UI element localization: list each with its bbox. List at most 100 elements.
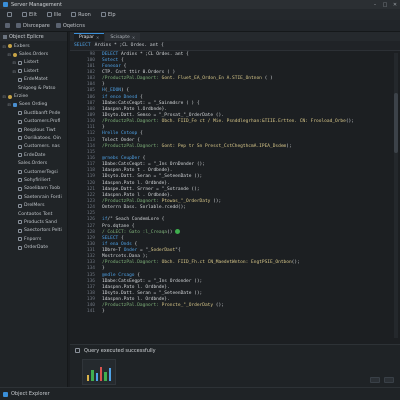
editor-tab[interactable]: Scisapte ✕ xyxy=(105,33,141,41)
line-number: 124 xyxy=(86,205,95,211)
tree-item[interactable]: Products Sand xyxy=(0,218,67,226)
tree-item[interactable]: Customers. nas xyxy=(0,143,67,151)
editor-tab[interactable]: Prapar ✕ xyxy=(74,33,105,41)
result-chart-thumbnail[interactable] xyxy=(82,359,116,385)
result-action-button[interactable] xyxy=(370,377,380,383)
title-bar: Server Management – □ ✕ xyxy=(0,0,400,9)
tree-item[interactable]: ErdeMatet xyxy=(0,76,67,84)
editor-scrollbar[interactable] xyxy=(394,53,398,338)
tree-item[interactable]: ⊟ Erziee xyxy=(0,92,67,100)
thumbnail-bar xyxy=(87,374,90,381)
menu-icon[interactable] xyxy=(4,11,15,18)
tree-item[interactable]: ⊟ Listert xyxy=(0,59,67,67)
tree-item-label: Sales.Orders xyxy=(19,52,49,58)
tree-item[interactable]: DrelMers xyxy=(0,201,67,209)
back-icon xyxy=(5,23,10,28)
table-icon xyxy=(18,69,22,74)
tree-item[interactable]: Bustlbanft Pnde xyxy=(0,109,67,117)
tree-item-label: Fnporrs xyxy=(24,236,42,242)
query-editor[interactable]: SELECT Ardins * ;CL Ordes. ant { 98 DELEC… xyxy=(70,41,400,344)
code-token: 1daspnn.Pato l. Ordbnde}. xyxy=(102,180,170,186)
minimize-icon[interactable]: – xyxy=(370,2,380,8)
line-text: /ProductzPal.Dagnort: Ptowas_"_OrderDaty… xyxy=(98,199,221,204)
tree-item[interactable]: ⊟ Exbers xyxy=(0,42,67,50)
expand-toggle-icon[interactable]: ⊟ xyxy=(12,69,16,74)
line-number: 115 xyxy=(86,149,95,155)
line-text: 1daspnn.Pato l. Ordbnde}. xyxy=(98,297,170,302)
toolbar-options-button[interactable]: Oqeticns xyxy=(55,23,85,29)
menu-item-help[interactable]: Elp xyxy=(98,11,119,19)
line-text: 1daspnn.Pato l. Ordbnde}. xyxy=(98,181,170,186)
tree-item[interactable]: Resplous Tiwt xyxy=(0,126,67,134)
expand-toggle-icon[interactable]: ⊟ xyxy=(2,44,6,49)
status-bar-label[interactable]: Object Explorer xyxy=(11,391,50,397)
tree-item[interactable]: OrderDate xyxy=(0,243,67,251)
code-area[interactable]: 98 DELECT Ardins * ;CL Ordes. ant {100 Sot… xyxy=(70,51,400,315)
expand-toggle-icon[interactable]: ⊟ xyxy=(7,102,11,107)
tree-item-label: Bustlbanft Pnde xyxy=(24,110,61,116)
thumbnail-bar xyxy=(95,372,98,381)
tree-item[interactable]: Saectortors Pelti xyxy=(0,227,67,235)
line-text: } xyxy=(98,82,105,87)
table-icon xyxy=(18,220,22,225)
code-line[interactable]: 110 /ProductzPal.Dagnort: Obch. FIID_Fe … xyxy=(70,119,400,125)
expand-toggle-icon[interactable]: ⊟ xyxy=(7,52,11,57)
maximize-icon[interactable]: □ xyxy=(380,2,390,8)
line-text: / CoLECT: Gato :l_Creaqa() xyxy=(98,229,181,235)
line-text: if ena Onds { xyxy=(98,242,137,247)
close-icon[interactable]: ✕ xyxy=(390,2,400,8)
menu-item-edit[interactable]: llle xyxy=(44,11,64,19)
code-line[interactable]: 141} xyxy=(70,309,400,315)
expand-toggle-icon[interactable]: ⊟ xyxy=(2,94,6,99)
scrollbar-thumb[interactable] xyxy=(394,93,398,153)
tree-item[interactable]: Sohyfiriliert xyxy=(0,176,67,184)
expand-toggle-icon[interactable]: ⊟ xyxy=(12,60,16,65)
code-token: (); xyxy=(188,186,200,192)
result-action-button[interactable] xyxy=(384,377,394,383)
help-icon xyxy=(100,12,106,17)
line-number: 108 xyxy=(86,106,95,112)
editor-header-keyword: SELECT xyxy=(74,43,91,48)
close-tab-icon[interactable]: ✕ xyxy=(96,35,99,40)
menu-bar: Ellt llle Ruon Elp xyxy=(0,9,400,20)
line-number: 134 xyxy=(86,266,95,272)
code-token: /ProductzPal.Dagnort: xyxy=(102,198,159,204)
tree-item[interactable]: Ooriikatoes. Oin xyxy=(0,134,67,142)
table-icon xyxy=(18,153,22,158)
tree-item[interactable]: ErdeDate xyxy=(0,151,67,159)
code-token: { xyxy=(118,57,124,63)
tree-item[interactable]: Customers.Profl xyxy=(0,118,67,126)
back-button[interactable] xyxy=(5,23,10,28)
code-token: { xyxy=(131,241,138,247)
result-actions xyxy=(370,377,394,383)
tree-item[interactable]: Saetenrain Fordi xyxy=(0,193,67,201)
tree-item[interactable]: Szoelibarn Toob xyxy=(0,185,67,193)
line-text: 1daspnn.Pato l . Ordbnde}. xyxy=(98,193,172,198)
results-panel: Query executed successfully xyxy=(70,344,400,387)
code-token: } xyxy=(102,266,105,272)
tree-item[interactable]: Snigoeg & Patso xyxy=(0,84,67,92)
thumbnail-bar xyxy=(104,372,107,381)
tree-item[interactable]: Fnporrs xyxy=(0,235,67,243)
tab-label: Scisapte xyxy=(110,34,130,40)
tree-item[interactable]: Sales.Orders xyxy=(0,159,67,167)
tree-item[interactable]: ⊟ Sales.Orders xyxy=(0,50,67,58)
tree-item[interactable]: ⊟ Listert xyxy=(0,67,67,75)
code-token: (); xyxy=(191,278,203,284)
line-text: DELECT Ardins * ;CL Ordes. ant { xyxy=(98,52,189,57)
tree-item[interactable]: ⊟ Soen Ordieg xyxy=(0,101,67,109)
line-text: Tolect Onder { xyxy=(98,138,140,143)
menu-item-file[interactable]: Ellt xyxy=(19,11,40,19)
menu-item-run[interactable]: Ruon xyxy=(68,11,94,19)
line-text: 1daspnn.Pato l.Ordbnde}. xyxy=(98,107,167,112)
code-token: SoderDaot xyxy=(150,248,176,254)
line-text: Onterrn Dass. Sorlable.rcedd(); xyxy=(98,205,186,210)
line-text: 1daspnn.Pato l. Ordbnde}. xyxy=(98,285,170,290)
close-tab-icon[interactable]: ✕ xyxy=(132,35,135,40)
line-number: 140 xyxy=(86,303,95,309)
toolbar-discrepare-button[interactable]: Disrcepare xyxy=(16,23,50,29)
tree-item[interactable]: CustomerTegsi xyxy=(0,168,67,176)
line-text: CTP. Cnrt ttir 0.Orders ( ) xyxy=(98,70,175,75)
tree-item[interactable]: Contaotos Tont xyxy=(0,210,67,218)
line-text: Sotect { xyxy=(98,58,124,63)
